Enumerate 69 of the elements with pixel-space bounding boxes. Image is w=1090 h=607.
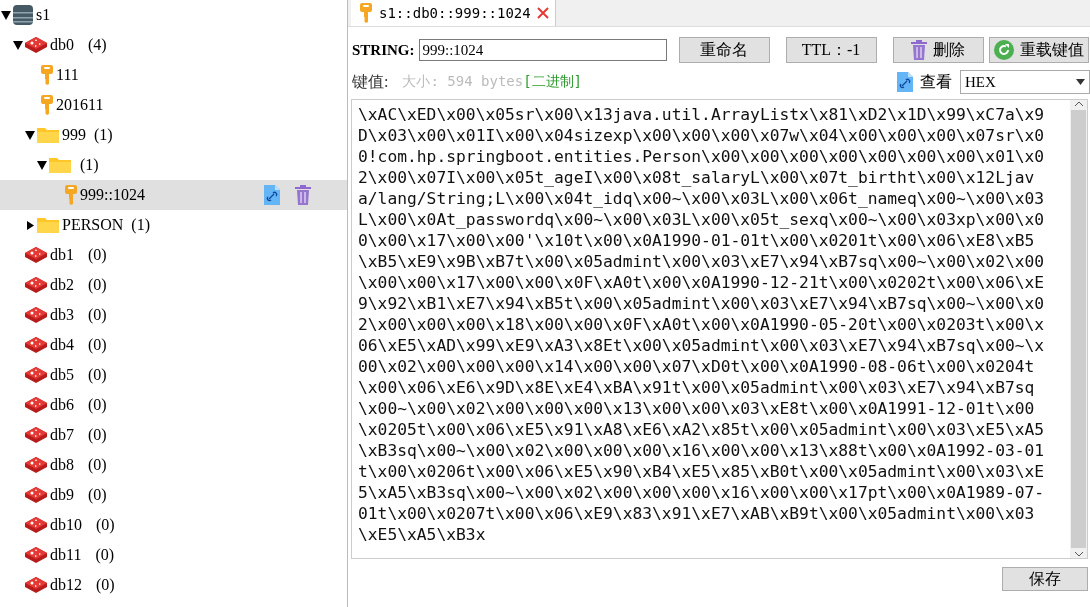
- key-icon: [40, 64, 54, 86]
- view-label: 查看: [920, 71, 952, 92]
- folder-icon: [48, 156, 72, 174]
- database-icon: [24, 396, 48, 414]
- database-icon: [24, 306, 48, 324]
- key-tab[interactable]: s1::db0::999::1024: [351, 0, 556, 26]
- key-icon: [64, 184, 78, 206]
- delete-button[interactable]: 删除: [892, 37, 984, 63]
- tree-node[interactable]: db9 (0): [0, 480, 347, 510]
- tree-node[interactable]: db5 (0): [0, 360, 347, 390]
- database-icon: [24, 516, 48, 534]
- trash-icon: [911, 40, 927, 60]
- key-icon: [359, 2, 373, 24]
- tree-node[interactable]: db2 (0): [0, 270, 347, 300]
- database-icon: [24, 36, 48, 54]
- key-name-field[interactable]: 999::1024: [418, 39, 667, 61]
- ttl-button[interactable]: TTL：-1: [785, 37, 877, 63]
- view-mode-dropdown[interactable]: HEX: [960, 70, 1090, 94]
- reload-button[interactable]: 重载键值: [988, 37, 1089, 63]
- database-icon: [24, 336, 48, 354]
- refresh-icon: [993, 40, 1014, 60]
- database-icon: [24, 366, 48, 384]
- key-item[interactable]: 111: [0, 60, 347, 90]
- expand-arrow-icon[interactable]: [1, 10, 11, 20]
- tree-node[interactable]: s1: [0, 0, 347, 30]
- scrollbar[interactable]: [1070, 100, 1087, 558]
- key-item[interactable]: 201611: [0, 90, 347, 120]
- key-icon: [40, 94, 54, 116]
- delete-icon[interactable]: [295, 185, 311, 205]
- tree-node[interactable]: db12 (0): [0, 570, 347, 600]
- tree-node[interactable]: (1): [0, 150, 347, 180]
- folder-icon: [36, 216, 60, 234]
- scroll-down-icon[interactable]: [1073, 550, 1084, 558]
- database-icon: [24, 426, 48, 444]
- value-size: 大小: 594 bytes: [402, 73, 524, 91]
- tree-node[interactable]: db0 (4): [0, 30, 347, 60]
- tree-node[interactable]: db3 (0): [0, 300, 347, 330]
- expand-arrow-icon[interactable]: [25, 130, 35, 140]
- database-icon: [24, 486, 48, 504]
- scroll-up-icon[interactable]: [1073, 100, 1084, 108]
- binary-tag: [二进制]: [523, 73, 583, 91]
- tree-node[interactable]: db7 (0): [0, 420, 347, 450]
- database-icon: [24, 546, 48, 564]
- key-item[interactable]: 999::1024: [0, 180, 347, 210]
- key-type-label: STRING:: [352, 41, 415, 59]
- tree-node[interactable]: db8 (0): [0, 450, 347, 480]
- tree-node[interactable]: 999 (1): [0, 120, 347, 150]
- expand-arrow-icon[interactable]: [37, 160, 47, 170]
- database-icon: [24, 246, 48, 264]
- tree-node[interactable]: db4 (0): [0, 330, 347, 360]
- server-icon: [12, 4, 34, 26]
- tree-node[interactable]: PERSON (1): [0, 210, 347, 240]
- close-icon[interactable]: [536, 7, 549, 19]
- tree-node[interactable]: db10 (0): [0, 510, 347, 540]
- collapse-arrow-icon[interactable]: [26, 220, 34, 230]
- rename-button[interactable]: 重命名: [678, 37, 770, 63]
- folder-icon: [36, 126, 60, 144]
- tree-node[interactable]: db1 (0): [0, 240, 347, 270]
- dropdown-caret-icon: [1076, 79, 1085, 85]
- database-icon: [24, 276, 48, 294]
- save-button[interactable]: 保存: [1002, 567, 1088, 591]
- tree-node[interactable]: db6 (0): [0, 390, 347, 420]
- expand-arrow-icon[interactable]: [13, 40, 23, 50]
- database-icon: [24, 456, 48, 474]
- view-icon[interactable]: [896, 71, 914, 93]
- value-label: 键值:: [352, 71, 389, 92]
- tree-node[interactable]: db11 (0): [0, 540, 347, 570]
- copy-link-icon[interactable]: [263, 184, 281, 206]
- database-icon: [24, 576, 48, 594]
